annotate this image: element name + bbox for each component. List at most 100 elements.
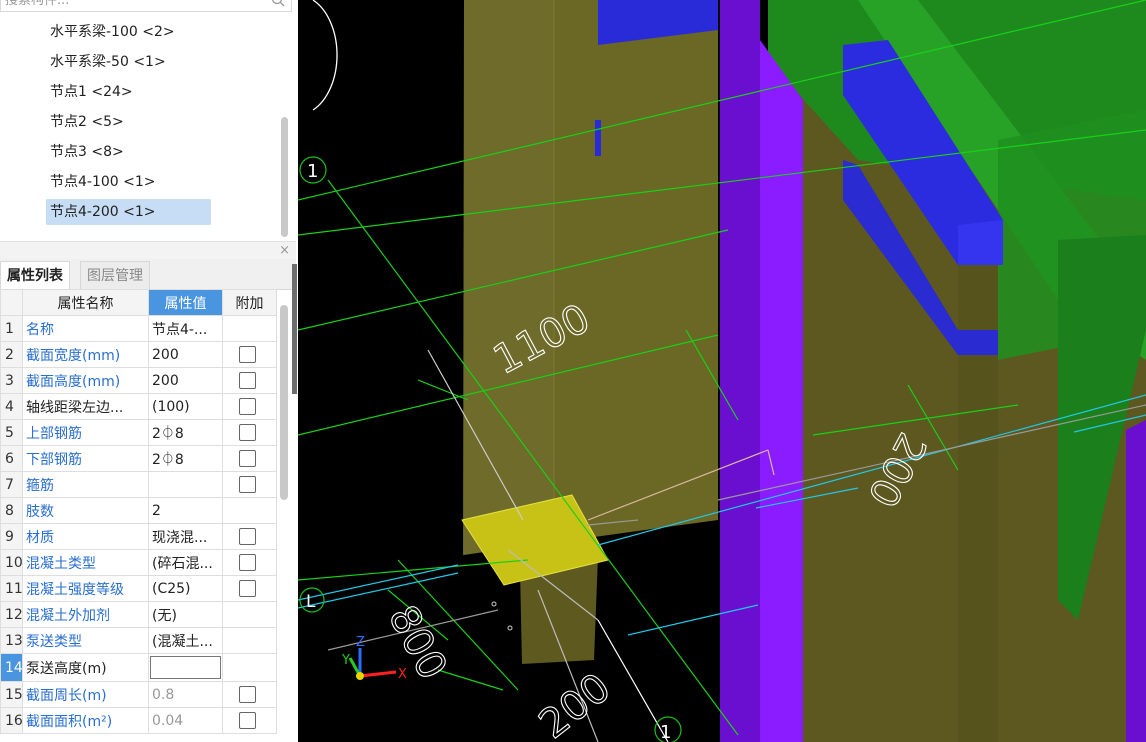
- axis-label-1-bottom: 1: [660, 722, 671, 742]
- property-value[interactable]: 200: [148, 341, 223, 368]
- blue-beam-end: [958, 220, 1003, 265]
- property-value[interactable]: (无): [148, 601, 223, 628]
- viewport-canvas[interactable]: 1 1 L 1100 200 800 200 Y Z X: [298, 0, 1146, 742]
- property-value[interactable]: [148, 471, 223, 498]
- extra-checkbox[interactable]: [239, 712, 256, 729]
- row-number: 2: [0, 341, 23, 368]
- property-value[interactable]: 2: [148, 497, 223, 524]
- extra-checkbox[interactable]: [239, 398, 256, 415]
- axis-label-1-top: 1: [307, 161, 318, 182]
- purple-column-left: [720, 0, 760, 742]
- extra-cell: [222, 601, 277, 628]
- axis-label-L: L: [306, 592, 316, 612]
- property-name: 材质: [22, 523, 149, 550]
- property-value-editor[interactable]: [148, 653, 223, 682]
- property-value[interactable]: (碎石混...: [148, 549, 223, 576]
- table-row[interactable]: 13 泵送类型 (混凝土...: [0, 627, 277, 654]
- table-row[interactable]: 16 截面面积(m²) 0.04: [0, 707, 277, 734]
- table-row[interactable]: 11 混凝土强度等级 (C25): [0, 575, 277, 602]
- table-row[interactable]: 6 下部钢筋 2⏀8: [0, 445, 277, 472]
- row-number: 7: [0, 471, 23, 498]
- row-number: 6: [0, 445, 23, 472]
- search-box[interactable]: [0, 0, 292, 12]
- splitter-handle[interactable]: [292, 264, 297, 394]
- property-name: 泵送高度(m): [22, 653, 149, 682]
- grid-header-name[interactable]: 属性名称: [22, 289, 149, 316]
- property-scrollbar[interactable]: [280, 305, 288, 500]
- table-row[interactable]: 3 截面高度(mm) 200: [0, 367, 277, 394]
- dot: [491, 601, 497, 607]
- extra-cell: [222, 575, 277, 602]
- table-row[interactable]: 2 截面宽度(mm) 200: [0, 341, 277, 368]
- purple-column-edge: [1126, 420, 1146, 742]
- extra-cell: [222, 707, 277, 734]
- table-row[interactable]: 15 截面周长(m) 0.8: [0, 681, 277, 708]
- tree-scrollbar[interactable]: [281, 117, 288, 237]
- blue-marker: [595, 120, 601, 156]
- table-row-current[interactable]: 14 泵送高度(m): [0, 653, 277, 682]
- table-row[interactable]: 4 轴线距梁左边... (100): [0, 393, 277, 420]
- property-value[interactable]: 节点4-...: [148, 315, 223, 342]
- wall-face-left: [464, 0, 554, 555]
- extra-checkbox[interactable]: [239, 476, 256, 493]
- extra-checkbox[interactable]: [239, 424, 256, 441]
- table-row[interactable]: 1 名称 节点4-...: [0, 315, 277, 342]
- tree-item-selected[interactable]: 节点4-200 <1>: [46, 199, 211, 225]
- search-icon[interactable]: [271, 0, 285, 7]
- grid-header-extra[interactable]: 附加: [222, 289, 277, 316]
- search-input[interactable]: [1, 0, 259, 10]
- value-input[interactable]: [150, 656, 221, 679]
- arc-outline: [312, 0, 338, 111]
- row-number: 13: [0, 627, 23, 654]
- extra-cell: [222, 419, 277, 446]
- property-name: 下部钢筋: [22, 445, 149, 472]
- table-row[interactable]: 7 箍筋: [0, 471, 277, 498]
- property-value[interactable]: 0.8: [148, 681, 223, 708]
- property-value[interactable]: 2⏀8: [148, 445, 223, 472]
- property-value[interactable]: 2⏀8: [148, 419, 223, 446]
- tree-item[interactable]: 水平系梁-100 <2>: [46, 19, 179, 45]
- property-value[interactable]: (混凝土...: [148, 627, 223, 654]
- extra-checkbox[interactable]: [239, 686, 256, 703]
- extra-cell: [222, 471, 277, 498]
- property-value[interactable]: (100): [148, 393, 223, 420]
- tree-item[interactable]: 水平系梁-50 <1>: [46, 49, 170, 75]
- 3d-viewport[interactable]: 1 1 L 1100 200 800 200 Y Z X: [298, 0, 1146, 742]
- table-row[interactable]: 5 上部钢筋 2⏀8: [0, 419, 277, 446]
- tree-item[interactable]: 节点2 <5>: [46, 109, 128, 135]
- extra-checkbox[interactable]: [239, 346, 256, 363]
- property-value[interactable]: (C25): [148, 575, 223, 602]
- grid-header-value[interactable]: 属性值: [148, 289, 223, 316]
- close-icon[interactable]: ×: [279, 242, 290, 260]
- property-name: 名称: [22, 315, 149, 342]
- tab-layers[interactable]: 图层管理: [80, 261, 150, 290]
- property-name: 肢数: [22, 497, 149, 524]
- property-value[interactable]: 200: [148, 367, 223, 394]
- property-value[interactable]: 现浇混...: [148, 523, 223, 550]
- table-row[interactable]: 8 肢数 2: [0, 497, 277, 524]
- tree-item[interactable]: 节点1 <24>: [46, 79, 137, 105]
- row-number: 15: [0, 681, 23, 708]
- tree-item[interactable]: 节点4-100 <1>: [46, 169, 160, 195]
- gizmo-x: X: [398, 667, 407, 682]
- row-number: 10: [0, 549, 23, 576]
- property-name: 轴线距梁左边...: [22, 393, 149, 420]
- extra-checkbox[interactable]: [239, 450, 256, 467]
- tab-properties[interactable]: 属性列表: [0, 261, 70, 290]
- extra-checkbox[interactable]: [239, 372, 256, 389]
- extra-checkbox[interactable]: [239, 528, 256, 545]
- tree-item[interactable]: 节点3 <8>: [46, 139, 128, 165]
- extra-checkbox[interactable]: [239, 580, 256, 597]
- table-row[interactable]: 10 混凝土类型 (碎石混...: [0, 549, 277, 576]
- table-row[interactable]: 12 混凝土外加剂 (无): [0, 601, 277, 628]
- left-panel: 水平系梁-100 <2> 水平系梁-50 <1> 节点1 <24> 节点2 <5…: [0, 0, 298, 742]
- extra-cell: [222, 393, 277, 420]
- property-name: 截面宽度(mm): [22, 341, 149, 368]
- property-value[interactable]: 0.04: [148, 707, 223, 734]
- gizmo-y: Y: [341, 653, 350, 668]
- extra-checkbox[interactable]: [239, 554, 256, 571]
- row-number: 14: [0, 653, 23, 682]
- property-name: 混凝土强度等级: [22, 575, 149, 602]
- extra-cell: [222, 627, 277, 654]
- table-row[interactable]: 9 材质 现浇混...: [0, 523, 277, 550]
